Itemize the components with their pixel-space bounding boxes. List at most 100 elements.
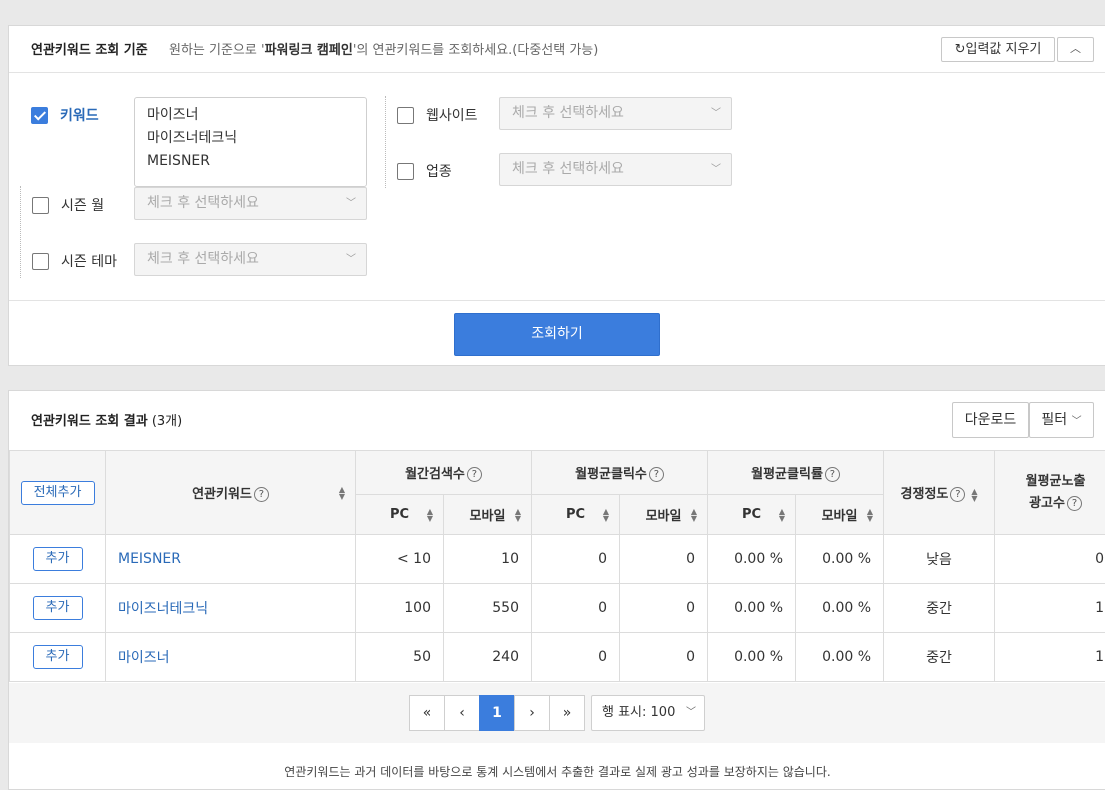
search-mobile-cell: 240 — [443, 632, 532, 682]
add-button[interactable]: 추가 — [32, 645, 83, 669]
next-page-button[interactable]: › — [514, 695, 550, 731]
divider — [385, 96, 386, 188]
website-label: 웹사이트 — [426, 108, 478, 124]
search-mobile-cell: 550 — [443, 583, 532, 633]
table-row: 추가 마이즈너 50 240 0 0 0.00 % 0.00 % 중간 1 — [9, 632, 1105, 682]
filter-label: 필터 — [1041, 412, 1068, 428]
clicks-mobile-header[interactable]: 모바일 ▲ ▼ — [618, 494, 709, 535]
ctr-mobile-header[interactable]: 모바일 ▲ ▼ — [795, 494, 885, 535]
monthly-search-header: 월간검색수? — [355, 450, 532, 495]
chevron-down-icon: ﹀ — [1071, 416, 1082, 427]
sort-icon[interactable]: ▲ ▼ — [603, 507, 609, 522]
ad-count-label-2: 광고수 — [1029, 495, 1065, 511]
season-month-select[interactable]: 체크 후 선택하세요 ﹀ — [134, 187, 367, 220]
clicks-pc-cell: 0 — [531, 632, 620, 682]
rows-per-page-label: 행 표시: 100 — [602, 705, 676, 720]
results-title-text: 연관키워드 조회 결과 — [31, 414, 148, 429]
help-icon[interactable]: ? — [466, 467, 482, 482]
ctr-mobile-cell: 0.00 % — [795, 534, 885, 584]
collapse-button[interactable]: ︿ — [1057, 37, 1094, 62]
table-row: 추가 MEISNER < 10 10 0 0 0.00 % 0.00 % 낮음 … — [9, 534, 1105, 584]
help-icon[interactable]: ? — [1066, 495, 1082, 511]
keyword-cell[interactable]: 마이즈너 — [105, 632, 356, 682]
sort-icon[interactable]: ▲ ▼ — [691, 507, 697, 522]
add-all-button[interactable]: 전체추가 — [20, 480, 95, 505]
keyword-checkbox[interactable] — [31, 106, 48, 124]
download-button[interactable]: 다운로드 — [952, 402, 1029, 438]
search-button[interactable]: 조회하기 — [454, 313, 660, 356]
ctr-mobile-cell: 0.00 % — [795, 583, 885, 633]
ctr-pc-header[interactable]: PC ▲ ▼ — [707, 494, 797, 535]
chevron-down-icon: ﹀ — [711, 108, 721, 119]
keyword-textarea[interactable]: 마이즈너 마이즈너테크닉 MEISNER — [134, 97, 367, 187]
clicks-pc-header[interactable]: PC ▲ ▼ — [531, 494, 620, 535]
pagination: « ‹ 1 › » — [409, 695, 585, 731]
pc-label: PC — [389, 507, 410, 522]
add-cell: 추가 — [9, 583, 106, 633]
chevron-up-icon: ︿ — [1070, 42, 1081, 55]
competition-header[interactable]: 경쟁정도? ▲ ▼ — [883, 450, 996, 535]
ad-count-header[interactable]: 월평균노출광고수?▲▼ — [994, 450, 1105, 535]
chevron-down-icon: ﹀ — [711, 164, 721, 175]
season-theme-checkbox[interactable] — [32, 252, 49, 270]
results-table: 전체추가 연관키워드? ▲ ▼ 월간검색수? 월평균클릭수? 월평균클릭률? 경쟁정… — [9, 450, 1105, 682]
first-page-button[interactable]: « — [409, 695, 445, 731]
last-page-button[interactable]: » — [549, 695, 585, 731]
desc-prefix: 원하는 기준으로 ' — [169, 43, 265, 58]
industry-checkbox[interactable] — [397, 162, 414, 180]
season-month-label: 시즌 월 — [61, 198, 105, 214]
keyword-line: MEISNER — [147, 153, 210, 169]
competition-cell: 중간 — [883, 583, 996, 633]
keyword-header[interactable]: 연관키워드? ▲ ▼ — [105, 450, 356, 535]
search-pc-header[interactable]: PC ▲ ▼ — [355, 494, 444, 535]
season-theme-select[interactable]: 체크 후 선택하세요 ﹀ — [134, 243, 367, 276]
sort-icon[interactable]: ▲ ▼ — [339, 485, 345, 500]
add-button[interactable]: 추가 — [32, 596, 83, 620]
keyword-line: 마이즈너테크닉 — [147, 130, 238, 146]
search-pc-cell: 100 — [355, 583, 444, 633]
website-select[interactable]: 체크 후 선택하세요 ﹀ — [499, 97, 732, 130]
sort-icon[interactable]: ▲ ▼ — [515, 507, 521, 522]
help-icon[interactable]: ? — [648, 467, 664, 482]
page-1-button[interactable]: 1 — [479, 695, 515, 731]
search-area: 조회하기 — [9, 300, 1105, 366]
ctr-pc-cell: 0.00 % — [707, 583, 797, 633]
results-count: (3개) — [151, 414, 183, 429]
add-button[interactable]: 추가 — [32, 547, 83, 571]
prev-page-button[interactable]: ‹ — [444, 695, 480, 731]
search-pc-cell: < 10 — [355, 534, 444, 584]
keyword-cell[interactable]: 마이즈너테크닉 — [105, 583, 356, 633]
competition-label: 경쟁정도 — [900, 487, 949, 502]
sort-icon[interactable]: ▲ ▼ — [427, 507, 433, 522]
keyword-cell[interactable]: MEISNER — [105, 534, 356, 584]
sort-icon[interactable]: ▲ ▼ — [971, 487, 977, 502]
help-icon[interactable]: ? — [824, 467, 840, 482]
monthly-search-label: 월간검색수 — [405, 467, 465, 482]
clicks-mobile-cell: 0 — [618, 583, 709, 633]
refresh-icon: ↻ — [954, 42, 966, 57]
disclaimer-notice: 연관키워드는 과거 데이터를 바탕으로 통계 시스템에서 추출한 결과로 실제 … — [284, 765, 831, 779]
ad-count-cell: 0 — [994, 534, 1105, 584]
pc-label: PC — [741, 507, 762, 522]
sort-icon[interactable]: ▲ ▼ — [779, 507, 785, 522]
mobile-label: 모바일 — [821, 509, 858, 524]
season-month-placeholder: 체크 후 선택하세요 — [147, 195, 259, 211]
search-mobile-header[interactable]: 모바일 ▲ ▼ — [443, 494, 532, 535]
filter-button[interactable]: 필터 ﹀ — [1029, 402, 1094, 438]
results-panel: 연관키워드 조회 결과 (3개) 다운로드 필터 ﹀ 전체추가 연관키워드? ▲ ▼… — [8, 390, 1105, 790]
season-theme-placeholder: 체크 후 선택하세요 — [147, 251, 259, 267]
divider — [20, 186, 21, 278]
reset-label: 입력값 지우기 — [965, 42, 1042, 57]
ad-count-cell: 1 — [994, 583, 1105, 633]
season-month-checkbox[interactable] — [32, 196, 49, 214]
clicks-pc-cell: 0 — [531, 534, 620, 584]
industry-select[interactable]: 체크 후 선택하세요 ﹀ — [499, 153, 732, 186]
sort-icon[interactable]: ▲ ▼ — [867, 507, 873, 522]
website-checkbox[interactable] — [397, 106, 414, 124]
reset-input-button[interactable]: ↻입력값 지우기 — [941, 37, 1055, 62]
help-icon[interactable]: ? — [253, 487, 269, 502]
mobile-label: 모바일 — [469, 509, 506, 524]
rows-per-page-select[interactable]: 행 표시: 100 ﹀ — [591, 695, 705, 731]
help-icon[interactable]: ? — [950, 487, 966, 502]
criteria-title: 연관키워드 조회 기준 — [31, 43, 148, 58]
